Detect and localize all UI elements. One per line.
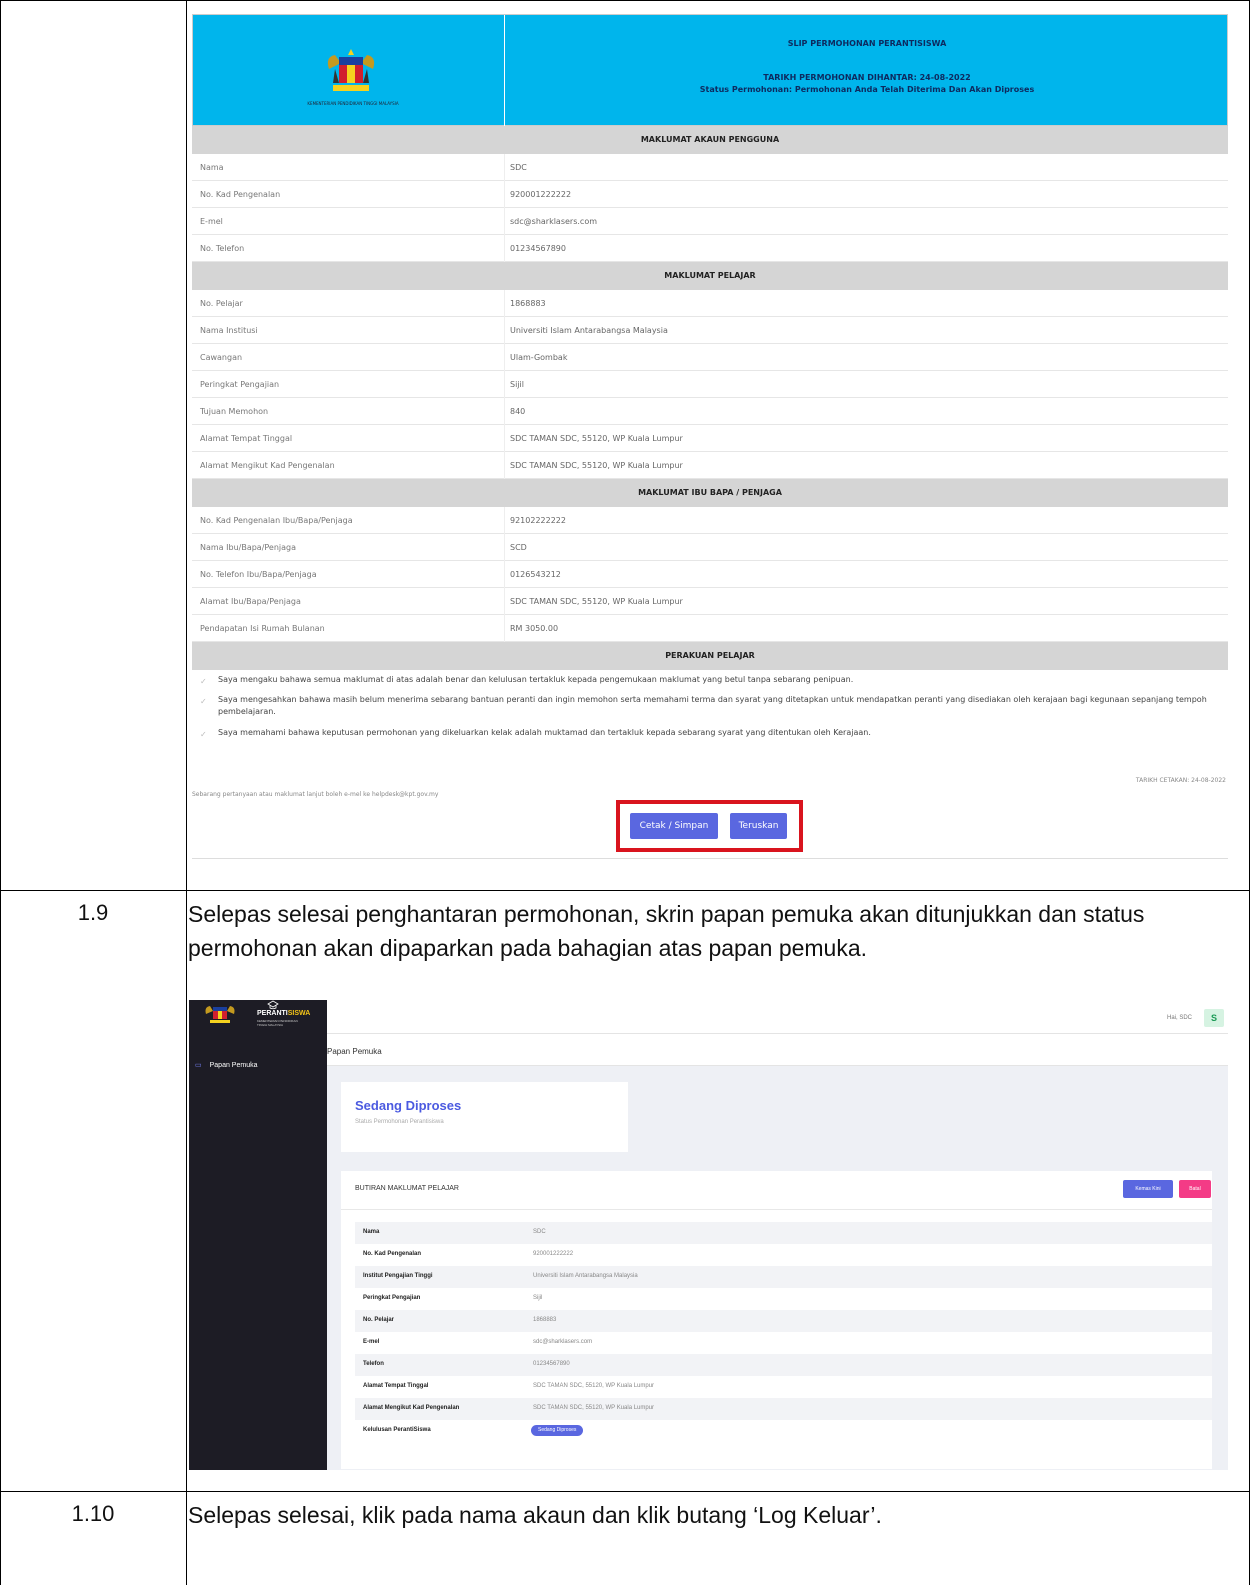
- check-icon[interactable]: ✓: [200, 696, 207, 708]
- table-row: Alamat Mengikut Kad Pengenalan SDC TAMAN …: [355, 1398, 1212, 1420]
- page-title: Papan Pemuka: [327, 1047, 382, 1056]
- table-row: Institut Pengajian Tinggi Universiti Isla…: [355, 1266, 1212, 1288]
- section-heading: MAKLUMAT AKAUN PENGGUNA: [192, 126, 1228, 154]
- info-row: Nama Institusi Universiti Islam Antaraban…: [192, 317, 1228, 344]
- status-card: Sedang Diproses Status Permohonan Perant…: [341, 1082, 628, 1152]
- application-status: Status Permohonan: Permohonan Anda Telah…: [699, 85, 1035, 94]
- info-row: No. Kad Pengenalan Ibu/Bapa/Penjaga 92102…: [192, 507, 1228, 534]
- table-row: Nama SDC: [355, 1222, 1212, 1244]
- brand-name: PERANTISISWA: [257, 1010, 311, 1017]
- info-row: No. Telefon 01234567890: [192, 235, 1228, 262]
- table-row: Peringkat Pengajian Sijil: [363, 1295, 543, 1301]
- table-row: Kelulusan PerantiSiswa Sedang Diproses: [355, 1420, 1212, 1442]
- sidebar: PERANTISISWA KEMENTERIAN PENDIDIKAN TING…: [189, 1000, 327, 1470]
- check-icon[interactable]: ✓: [200, 729, 207, 741]
- table-row: Telefon 01234567890: [355, 1354, 1212, 1376]
- step-number: 1.9: [77, 900, 109, 925]
- cancel-button[interactable]: Batal: [1179, 1180, 1211, 1198]
- info-row: Pendapatan Isi Rumah Bulanan RM 3050.00: [192, 615, 1228, 642]
- print-date: TARIKH CETAKAN: 24-08-2022: [1135, 777, 1226, 784]
- slip-logo-cell: KEMENTERIAN PENDIDIKAN TINGGI MALAYSIA: [193, 15, 505, 127]
- student-info-card: BUTIRAN MAKLUMAT PELAJAR Kemas Kini Bata…: [341, 1171, 1212, 1469]
- table-row: Alamat Tempat Tinggal SDC TAMAN SDC, 5512…: [363, 1383, 655, 1389]
- info-row: No. Telefon Ibu/Bapa/Penjaga 0126543212: [192, 561, 1228, 588]
- step-number: 1.10: [71, 1501, 115, 1526]
- continue-button[interactable]: Teruskan: [730, 813, 787, 839]
- step-instruction: Selepas selesai, klik pada nama akaun da…: [188, 1502, 882, 1528]
- status-value: Sedang Diproses: [355, 1098, 462, 1113]
- step-instruction: Selepas selesai penghantaran permohonan,…: [188, 901, 1145, 961]
- top-bar: Hai, SDC S: [327, 1000, 1228, 1034]
- info-row: Alamat Tempat Tinggal SDC TAMAN SDC, 5512…: [192, 425, 1228, 452]
- slip-title: SLIP PERMOHONAN PERANTISISWA: [787, 39, 947, 48]
- section-heading: PERAKUAN PELAJAR: [192, 642, 1228, 670]
- coat-of-arms-icon: [327, 49, 375, 91]
- print-save-button[interactable]: Cetak / Simpan: [630, 813, 718, 839]
- logo-caption: KEMENTERIAN PENDIDIKAN TINGGI MALAYSIA: [307, 101, 399, 106]
- section-heading: MAKLUMAT IBU BAPA / PENJAGA: [192, 479, 1228, 507]
- info-row: Peringkat Pengajian Sijil: [192, 371, 1228, 398]
- helpdesk-note: Sebarang pertanyaan atau maklumat lanjut…: [192, 791, 439, 798]
- submission-date: TARIKH PERMOHONAN DIHANTAR: 24-08-2022: [763, 73, 971, 82]
- dashboard-screenshot: PERANTISISWA KEMENTERIAN PENDIDIKAN TING…: [189, 1000, 1228, 1470]
- update-button[interactable]: Kemas Kini: [1123, 1180, 1173, 1198]
- dashboard-icon: ▭: [195, 1062, 202, 1069]
- application-slip-screenshot: KEMENTERIAN PENDIDIKAN TINGGI MALAYSIA S…: [192, 14, 1228, 859]
- info-row: No. Kad Pengenalan 920001222222: [192, 181, 1228, 208]
- brand-subtitle: KEMENTERIAN PENDIDIKAN TINGGI MALAYSIA: [257, 1019, 298, 1027]
- status-caption: Status Permohonan Perantisiswa: [355, 1119, 444, 1125]
- check-icon[interactable]: ✓: [200, 676, 207, 688]
- slip-header: KEMENTERIAN PENDIDIKAN TINGGI MALAYSIA S…: [192, 14, 1228, 127]
- status-badge: Sedang Diproses: [531, 1425, 584, 1436]
- info-row: Alamat Mengikut Kad Pengenalan SDC TAMAN …: [192, 452, 1228, 479]
- info-row: Nama Ibu/Bapa/Penjaga SCD: [192, 534, 1228, 561]
- graduation-cap-icon: [267, 1000, 279, 1010]
- info-row: Cawangan Ulam-Gombak: [192, 344, 1228, 371]
- table-row: No. Pelajar 1868883: [355, 1310, 1212, 1332]
- app-logo: PERANTISISWA KEMENTERIAN PENDIDIKAN TING…: [195, 1000, 310, 1028]
- section-heading: MAKLUMAT PELAJAR: [192, 262, 1228, 290]
- info-row: No. Pelajar 1868883: [192, 290, 1228, 317]
- table-row: E-mel sdc@sharklasers.com: [363, 1339, 593, 1345]
- page-title-bar: Papan Pemuka: [327, 1034, 1228, 1066]
- info-row: E-mel sdc@sharklasers.com: [192, 208, 1228, 235]
- info-row: Tujuan Memohon 840: [192, 398, 1228, 425]
- user-greeting[interactable]: Hai, SDC: [1167, 1015, 1192, 1021]
- sidebar-item-dashboard[interactable]: ▭ Papan Pemuka: [195, 1061, 258, 1069]
- card-title: BUTIRAN MAKLUMAT PELAJAR: [355, 1185, 459, 1192]
- avatar[interactable]: S: [1204, 1009, 1224, 1027]
- table-row: No. Kad Pengenalan 920001222222: [363, 1251, 574, 1257]
- info-row: Nama SDC: [192, 154, 1228, 181]
- coat-of-arms-icon: [205, 1006, 235, 1023]
- info-row: Alamat Ibu/Bapa/Penjaga SDC TAMAN SDC, 55…: [192, 588, 1228, 615]
